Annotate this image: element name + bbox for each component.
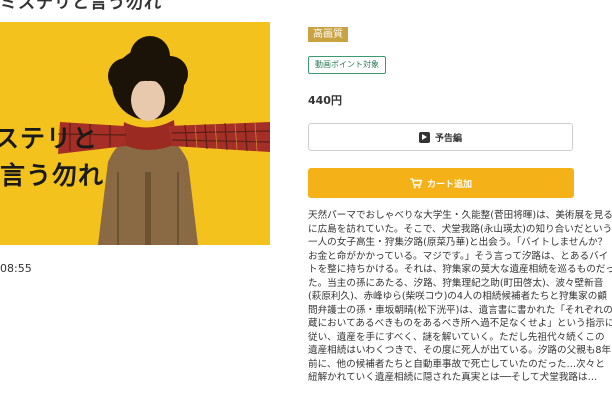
thumbnail-poster[interactable]: ステリと 言う勿れ <box>0 22 270 245</box>
play-icon <box>418 131 430 143</box>
cart-icon <box>410 177 422 189</box>
synopsis-line: 一人の女子高生・狩集汐路(原菜乃華)と出会う。「バイトしませんか？ <box>308 237 608 248</box>
trailer-button[interactable]: 予告編 <box>308 123 573 151</box>
add-to-cart-button[interactable]: カート追加 <box>308 168 574 198</box>
trailer-button-label: 予告編 <box>434 133 462 144</box>
synopsis-line: 蔵においてあるべきものをあるべき所へ過不足なくせよ」という指示に <box>308 318 612 329</box>
synopsis-line: 前に、他の候補者たちと自動車事故で死亡していたのだった…次々と <box>308 358 605 370</box>
synopsis-line: た。当主の孫にあたる、汐路、狩集理紀之助(町田啓太)、波々壁新音 <box>308 277 604 289</box>
poster-title-line1: ステリと <box>0 124 99 153</box>
synopsis-text: 天然パーマでおしゃべりな大学生・久能整(菅田将暉)は、美術展を見るため に広島を… <box>308 209 612 385</box>
point-eligible-badge: 動画ポイント対象 <box>308 56 386 74</box>
synopsis-line: 天然パーマでおしゃべりな大学生・久能整(菅田将暉)は、美術展を見るため <box>308 210 612 221</box>
cart-button-label: カート追加 <box>426 179 472 190</box>
synopsis-line: 遺産相続はいわくつきで、その度に死人が出ている。汐路の父親も8年 <box>308 345 612 356</box>
price-label: 440円 <box>308 94 342 107</box>
duration-label: 08:55 <box>0 262 32 275</box>
synopsis-line: (萩原利久)、赤峰ゆら(柴咲コウ)の4人の相続候補者たちと狩集家の顧 <box>308 291 607 302</box>
synopsis-line: トを整に持ちかける。それは、狩集家の莫大な遺産相続を巡るものだっ <box>308 264 612 275</box>
synopsis-line: お金と命がかかっている。マジです。」そう言って汐路は、とあるバイ <box>308 250 609 262</box>
synopsis-line: に広島を訪れていた。そこで、犬堂我路(永山瑛太)の知り合いだという <box>308 223 612 235</box>
poster-title-line2: 言う勿れ <box>0 161 105 190</box>
synopsis-line: 従い、遺産を手にすべく、謎を解いていく。ただし先祖代々続くこの <box>308 331 605 343</box>
synopsis-line: 問弁護士の孫・車坂朝晴(松下洸平)は、遺言書に書かれた「それぞれの <box>308 304 612 316</box>
quality-badge: 高画質 <box>308 27 348 42</box>
synopsis-line: 紐解かれていく遺産相続に隠された真実とは──そして犬堂我路は… <box>308 372 598 383</box>
page-title: ミステリと言う勿れ <box>0 0 162 13</box>
